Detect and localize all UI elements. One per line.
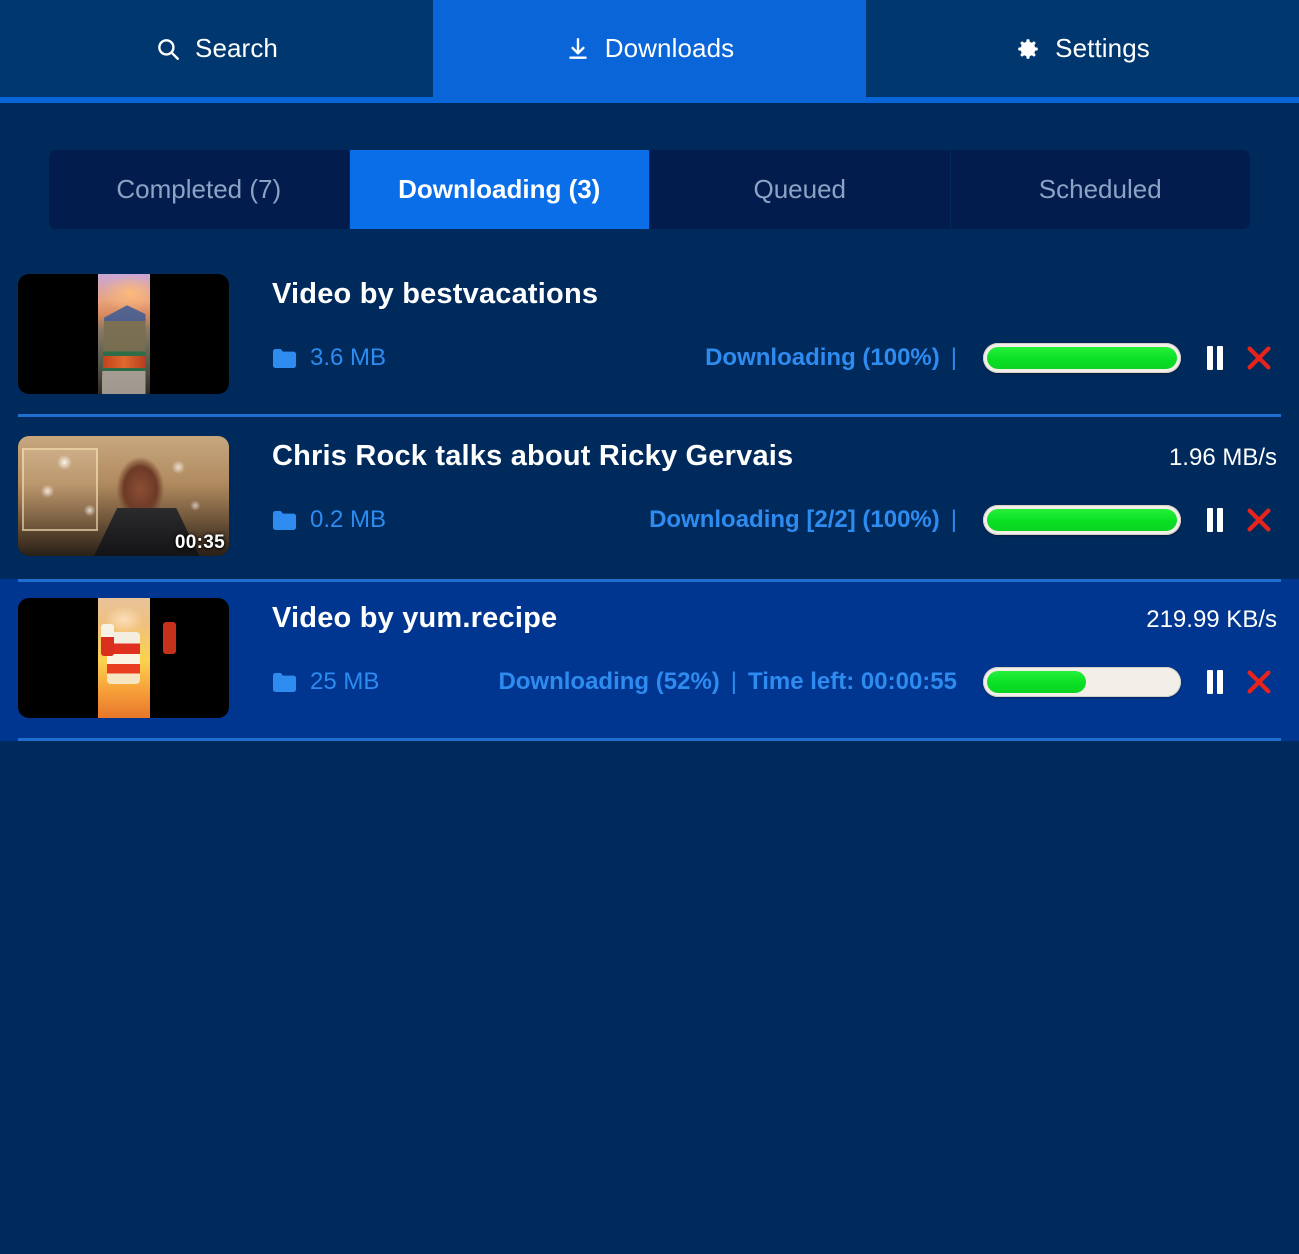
tab-scheduled-label: Scheduled xyxy=(1038,174,1162,204)
thumbnail-image xyxy=(97,598,150,718)
progress-fill xyxy=(987,671,1086,693)
video-thumbnail[interactable] xyxy=(18,274,229,394)
download-title: Chris Rock talks about Ricky Gervais xyxy=(272,440,794,472)
status-text: Downloading (52%) xyxy=(498,668,720,695)
pause-button[interactable] xyxy=(1195,668,1235,696)
cancel-button[interactable] xyxy=(1239,343,1279,373)
progress-bar[interactable] xyxy=(983,667,1181,697)
download-header: Chris Rock talks about Ricky Gervais 1.9… xyxy=(272,440,1279,473)
tab-queued[interactable]: Queued xyxy=(650,150,951,229)
folder-icon xyxy=(272,348,297,369)
progress-fill xyxy=(987,347,1177,369)
gear-icon xyxy=(1015,36,1041,62)
download-details: Video by yum.recipe 219.99 KB/s 25 MB Do… xyxy=(229,596,1279,697)
tab-completed-label: Completed (7) xyxy=(116,174,282,204)
status-text: Downloading [2/2] (100%) xyxy=(649,506,940,533)
download-row[interactable]: 00:35 Chris Rock talks about Ricky Gerva… xyxy=(0,417,1299,579)
file-size-label: 0.2 MB xyxy=(310,506,387,533)
file-size: 0.2 MB xyxy=(272,506,386,534)
download-row[interactable]: Video by bestvacations 3.6 MB Downloadin… xyxy=(0,255,1299,417)
tab-queued-label: Queued xyxy=(753,174,847,204)
nav-tab-search-label: Search xyxy=(195,33,278,63)
filter-tabs-wrapper: Completed (7) Downloading (3) Queued Sch… xyxy=(0,103,1299,229)
download-icon xyxy=(565,36,591,62)
video-duration: 00:35 xyxy=(174,532,225,553)
download-meta: 3.6 MB Downloading (100%) | xyxy=(272,343,1279,373)
download-details: Video by bestvacations 3.6 MB Downloadin… xyxy=(229,272,1279,373)
folder-icon xyxy=(272,672,297,693)
download-status: Downloading [2/2] (100%) | xyxy=(386,506,983,534)
download-title: Video by bestvacations xyxy=(272,278,599,310)
top-navigation: Search Downloads Settings xyxy=(0,0,1299,97)
download-row[interactable]: Video by yum.recipe 219.99 KB/s 25 MB Do… xyxy=(0,579,1299,741)
status-divider: | xyxy=(730,668,738,695)
download-status: Downloading (100%) | xyxy=(386,344,983,372)
tab-completed[interactable]: Completed (7) xyxy=(49,150,350,229)
nav-tab-search[interactable]: Search xyxy=(0,0,433,97)
row-separator xyxy=(18,738,1281,741)
status-text: Downloading (100%) xyxy=(705,344,940,371)
file-size: 3.6 MB xyxy=(272,344,386,372)
download-meta: 0.2 MB Downloading [2/2] (100%) | xyxy=(272,505,1279,535)
progress-bar[interactable] xyxy=(983,505,1181,535)
pause-button[interactable] xyxy=(1195,344,1235,372)
thumbnail-image xyxy=(97,274,150,394)
tab-downloading-label: Downloading (3) xyxy=(398,174,601,204)
status-divider: | xyxy=(950,344,957,371)
download-title: Video by yum.recipe xyxy=(272,602,558,634)
row-separator xyxy=(18,579,1281,582)
cancel-button[interactable] xyxy=(1239,505,1279,535)
download-header: Video by yum.recipe 219.99 KB/s xyxy=(272,602,1279,635)
video-thumbnail[interactable] xyxy=(18,598,229,718)
nav-tab-settings[interactable]: Settings xyxy=(866,0,1299,97)
status-divider: | xyxy=(950,506,957,533)
cancel-button[interactable] xyxy=(1239,667,1279,697)
nav-tab-downloads[interactable]: Downloads xyxy=(433,0,866,97)
progress-fill xyxy=(987,509,1177,531)
download-speed: 1.96 MB/s xyxy=(1168,444,1277,471)
download-list: Video by bestvacations 3.6 MB Downloadin… xyxy=(0,255,1299,741)
tab-scheduled[interactable]: Scheduled xyxy=(950,150,1250,229)
status-extra: Time left: 00:00:55 xyxy=(748,668,957,695)
file-size: 25 MB xyxy=(272,668,379,696)
download-speed: 219.99 KB/s xyxy=(1146,606,1277,633)
search-icon xyxy=(155,36,181,62)
nav-tab-settings-label: Settings xyxy=(1055,33,1150,63)
download-header: Video by bestvacations xyxy=(272,278,1279,311)
progress-bar[interactable] xyxy=(983,343,1181,373)
file-size-label: 3.6 MB xyxy=(310,344,387,371)
folder-icon xyxy=(272,510,297,531)
file-size-label: 25 MB xyxy=(310,668,380,695)
pause-button[interactable] xyxy=(1195,506,1235,534)
download-details: Chris Rock talks about Ricky Gervais 1.9… xyxy=(229,434,1279,535)
download-status: Downloading (52%) | Time left: 00:00:55 xyxy=(379,668,983,696)
video-thumbnail[interactable]: 00:35 xyxy=(18,436,229,556)
nav-tab-downloads-label: Downloads xyxy=(604,33,735,63)
tab-downloading[interactable]: Downloading (3) xyxy=(349,150,650,229)
download-meta: 25 MB Downloading (52%) | Time left: 00:… xyxy=(272,667,1279,697)
filter-tabs: Completed (7) Downloading (3) Queued Sch… xyxy=(49,150,1250,229)
